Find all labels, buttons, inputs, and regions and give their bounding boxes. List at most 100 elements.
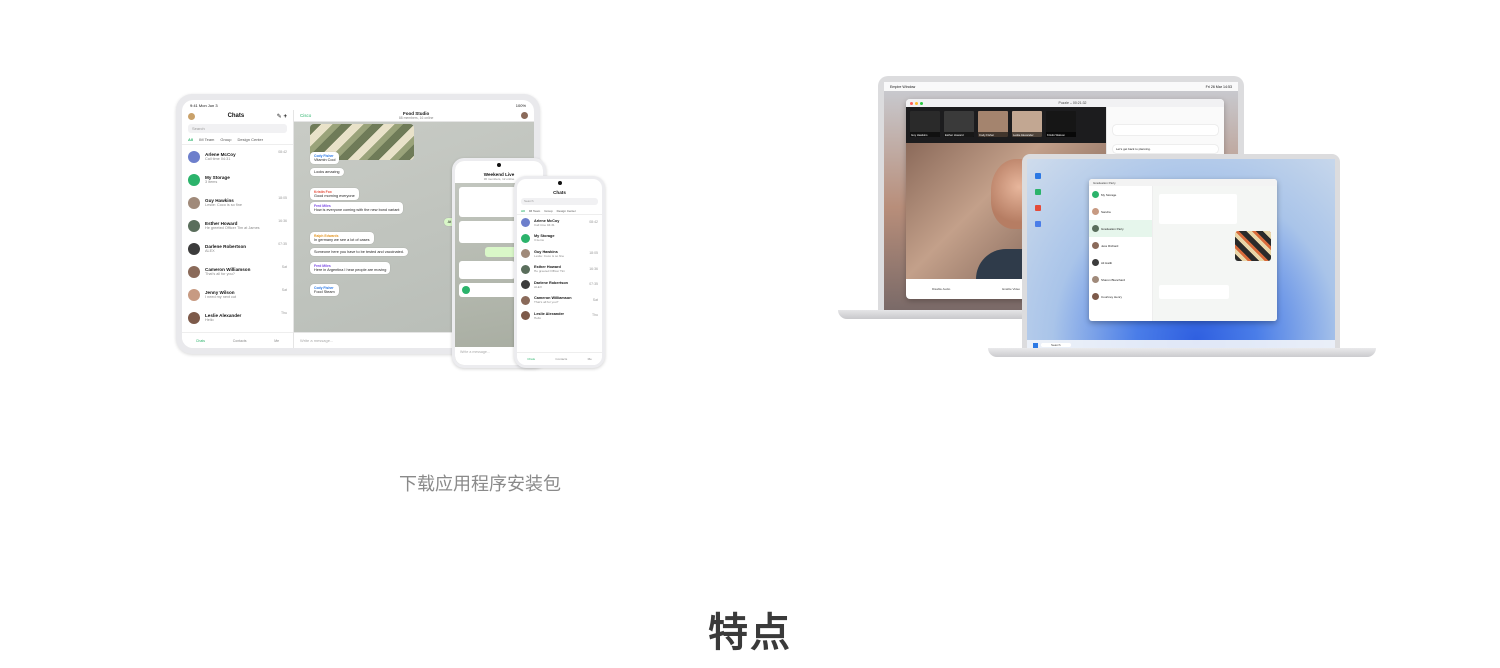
poll-card[interactable] [1159, 194, 1237, 224]
participant-tile[interactable]: Leslie Alexander [1012, 111, 1042, 137]
participant-tile[interactable]: Kristin Watson [1046, 111, 1076, 137]
chat-list-item[interactable]: Esther Howard He greeted Officer Tim at J… [182, 214, 293, 237]
close-icon[interactable] [910, 101, 913, 105]
tab-chats[interactable]: Chats [527, 357, 535, 361]
chat-list-item[interactable]: Arlene McCoy Call time 04:31 08:42 [517, 215, 602, 231]
mic-toggle-button[interactable]: Disable Audio [932, 287, 950, 291]
chat-time: Thu [280, 311, 287, 315]
tablet-tab-bar: Chats Contacts Me [182, 332, 293, 348]
message-bubble[interactable]: Kristin Fox Good morning everyone [310, 188, 359, 200]
phone-camera [497, 163, 501, 167]
chat-text: Esther Howard He greeted Officer Tim at J… [205, 221, 273, 230]
participant-tile[interactable]: Guy Hawkins [910, 111, 940, 137]
phone-voice-message[interactable] [459, 283, 517, 297]
app-icon[interactable] [1035, 189, 1041, 195]
participant-tile[interactable]: Esther Howard [944, 111, 974, 137]
chat-list-item[interactable]: Darlene Robertson ALEX 07:35 [182, 237, 293, 260]
tablet-status-battery: 100% [515, 102, 526, 108]
chat-name: Sandra [1101, 209, 1111, 214]
chat-list-item[interactable]: Darlene Robertson ALEX 07:35 [517, 277, 602, 293]
chat-time: 07:35 [589, 282, 598, 286]
avatar [188, 242, 200, 255]
windows-start-icon[interactable] [1033, 342, 1038, 348]
avatar [188, 288, 200, 301]
filter-tab[interactable]: IM Team [529, 209, 540, 213]
chat-list-item[interactable]: Cameron Williamson That's all for you? Sat [517, 293, 602, 309]
chat-list-item[interactable]: Leslie Alexander Hello Thu [517, 308, 602, 324]
chat-list-item[interactable]: My Storage 3 items [182, 168, 293, 191]
chat-list-item[interactable]: Courtney Henry [1089, 288, 1152, 305]
chat-preview: 3 items [534, 238, 544, 243]
chat-list-item[interactable]: Esther Howard He greeted Officer Tim 16:36 [517, 262, 602, 278]
phone-list-screen: Chats Search All IM Team Group Design Ce… [517, 179, 602, 365]
chat-list-item[interactable]: Leslie Alexander Hello Thu [182, 306, 293, 329]
avatar [521, 218, 530, 228]
filter-tab[interactable]: All [188, 137, 193, 142]
tab-contacts[interactable]: Contacts [233, 339, 247, 343]
tab-chats[interactable]: Chats [196, 339, 205, 343]
tablet-list-header: Chats ✎ + [182, 110, 293, 122]
chat-list-item[interactable]: Guy Hawkins Leslie: Coco is so fine 18:05 [517, 246, 602, 262]
filter-tab[interactable]: Design Center [238, 137, 264, 142]
phone-filter-tabs: All IM Team Group Design Center [517, 208, 602, 215]
tablet-search-input[interactable]: Search [188, 124, 287, 133]
tablet-status-time: 9:41 Mon Jun 3 [190, 102, 218, 108]
message-bubble[interactable]: Someone here you have to be tested and v… [310, 248, 408, 256]
chat-list-item[interactable]: Graduation Party [1089, 220, 1152, 237]
chat-list-item[interactable]: My Storage 3 items [517, 231, 602, 247]
back-button[interactable]: Cisco [300, 113, 311, 118]
chat-list-item[interactable]: Sandra [1089, 203, 1152, 220]
chat-list-item[interactable]: Cameron Williamson That's all for you? Sat [182, 260, 293, 283]
windows-screen: Graduation Party My Storage Sandra Graduat… [1027, 159, 1335, 350]
phone-search-input[interactable]: Search [521, 198, 598, 205]
chat-text: Guy Hawkins Leslie: Coco is so fine [534, 250, 585, 258]
avatar[interactable] [520, 112, 528, 119]
filter-tab[interactable]: All [521, 209, 525, 213]
message-bubble[interactable]: Fred Miles Here in Argentina I hear peopl… [310, 262, 391, 274]
app-icon[interactable] [1035, 205, 1041, 211]
download-link[interactable]: 下载应用程序安装包 [320, 470, 640, 496]
chat-list-item[interactable]: Sharon Blanchard [1089, 271, 1152, 288]
filter-tab[interactable]: Design Center [557, 209, 576, 213]
chat-name: My Storage [1101, 192, 1117, 197]
maximize-icon[interactable] [920, 101, 923, 105]
tab-contacts[interactable]: Contacts [555, 357, 567, 361]
filter-tab[interactable]: Group [220, 137, 231, 142]
chat-list-item[interactable]: Jenny Wilson I need my next cut Sat [182, 283, 293, 306]
app-icon[interactable] [1035, 221, 1041, 227]
chat-time: 08:42 [278, 150, 287, 154]
phone-list-device: Chats Search All IM Team Group Design Ce… [514, 176, 605, 368]
chat-name: Jess Richard [1101, 243, 1119, 248]
chat-preview: ALEX [205, 249, 215, 253]
filter-tab[interactable]: Group [544, 209, 552, 213]
chat-preview: Hello [205, 318, 214, 322]
tab-me[interactable]: Me [274, 339, 279, 343]
chat-text: Cameron Williamson That's all for you? [534, 296, 589, 304]
chat-time: 07:35 [278, 242, 287, 246]
tab-me[interactable]: Me [588, 357, 592, 361]
windows-desktop-icons [1035, 173, 1043, 227]
chat-list-item[interactable]: Ali Hatib [1089, 254, 1152, 271]
chat-list-item[interactable]: Arlene McCoy Call time 04:31 08:42 [182, 145, 293, 168]
chat-list-item[interactable]: My Storage [1089, 186, 1152, 203]
avatar [1092, 191, 1099, 198]
video-toggle-button[interactable]: Enable Video [1002, 287, 1020, 291]
message-bubble[interactable]: Fred Miles How is everyone coming with th… [310, 202, 404, 214]
avatar[interactable] [188, 112, 195, 120]
chat-list-item[interactable]: Guy Hawkins Leslie: Coco is so fine 18:05 [182, 191, 293, 214]
play-icon[interactable] [462, 286, 470, 294]
message-bubble[interactable]: Cody Fisher Food Steam [310, 284, 339, 296]
participant-name: Kristin Watson [1046, 132, 1076, 137]
app-icon[interactable] [1035, 173, 1041, 179]
message-bubble[interactable]: Looks amazing [310, 168, 344, 176]
message-bubble[interactable]: Cody Fisher Vitamin Cool [310, 152, 340, 164]
taskbar-search[interactable]: Search [1041, 343, 1071, 347]
phone-camera [557, 181, 562, 185]
compose-icon[interactable]: ✎ + [277, 113, 287, 120]
minimize-icon[interactable] [915, 101, 918, 105]
message-bubble[interactable]: Ralph Edwards In germany we see a lot of … [310, 232, 374, 244]
participant-tile[interactable]: Cody Fisher [978, 111, 1008, 137]
filter-tab[interactable]: IM Team [199, 137, 214, 142]
chat-list-item[interactable]: Jess Richard [1089, 237, 1152, 254]
chat-name: Graduation Party [1101, 226, 1124, 231]
